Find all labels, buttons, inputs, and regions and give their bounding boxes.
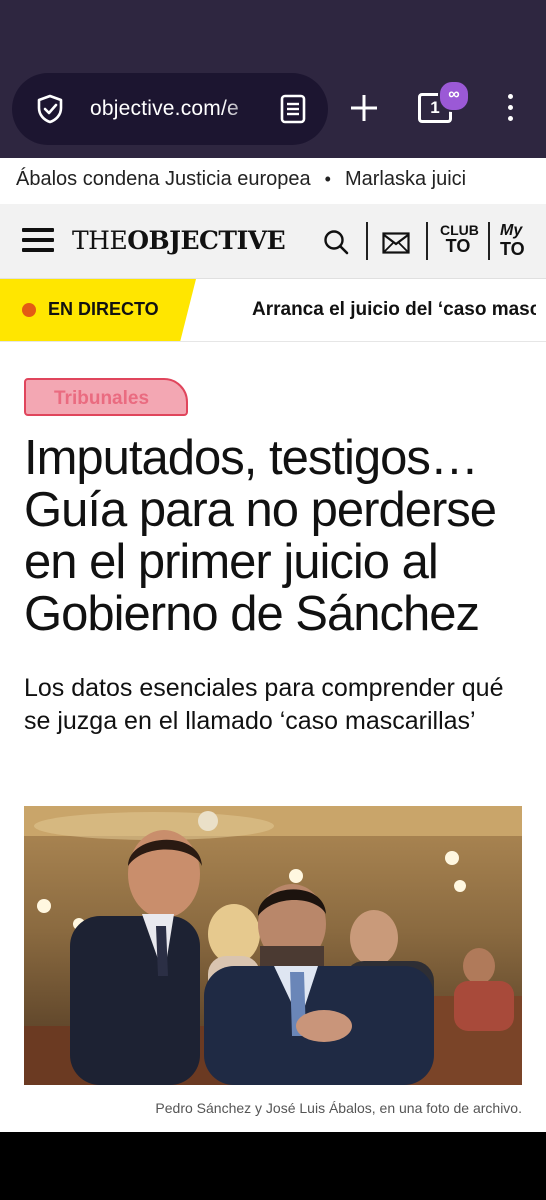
ticker-separator: • [324,169,331,189]
private-mode-badge: ∞ [438,80,470,112]
new-tab-plus-icon[interactable] [348,92,380,124]
trending-ticker: Ábalos condena Justicia europea • Marlaska… [0,158,546,204]
system-navigation-bar [0,1132,546,1200]
hamburger-menu-icon[interactable] [22,228,54,256]
logo-bold: OBJECTIVE [127,226,286,255]
logo-prefix: THE [72,226,128,255]
my-to-link[interactable]: My TO [500,222,536,258]
site-logo[interactable]: THEOBJECTIVE [72,226,286,255]
header-divider [488,222,490,260]
article-photo[interactable] [24,806,522,1085]
ticker-item[interactable]: Ábalos condena Justicia europea [16,168,311,190]
reader-mode-icon[interactable] [278,93,308,125]
search-icon[interactable] [322,228,350,256]
my-line1: My [500,222,523,239]
live-banner[interactable]: EN DIRECTO Arranca el juicio del ‘caso m… [0,279,546,342]
more-menu-icon[interactable] [500,94,520,124]
club-line2: TO [445,236,471,256]
header-divider [366,222,368,260]
section-tag-label: Tribunales [54,388,150,409]
header-divider [426,222,428,260]
site-header: THEOBJECTIVE CLUB TO My TO [0,204,546,279]
ticker-item[interactable]: Marlaska juici [345,168,466,190]
url-fade [222,95,272,123]
section-tag[interactable]: Tribunales [24,378,188,416]
article-headline: Imputados, testigos… Guía para no perder… [24,431,497,641]
browser-toolbar: objective.com/e 1 ∞ [0,0,546,158]
my-line2: TO [500,239,525,259]
article-subheadline: Los datos esenciales para comprender qué… [24,674,504,735]
shield-icon[interactable] [34,93,66,125]
live-label: EN DIRECTO [48,299,159,319]
live-dot-icon [22,303,36,317]
mail-icon[interactable] [382,232,410,254]
address-bar[interactable]: objective.com/e [12,73,328,145]
club-to-link[interactable]: CLUB TO [440,222,479,256]
image-caption: Pedro Sánchez y José Luis Ábalos, en una… [155,1100,522,1116]
live-headline[interactable]: Arranca el juicio del ‘caso mascarillas’ [252,299,536,321]
